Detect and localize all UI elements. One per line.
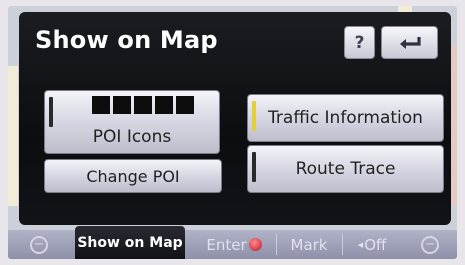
traffic-information-indicator [252,101,256,131]
poi-slot-icon [155,96,173,114]
return-arrow-icon [399,36,421,49]
traffic-information-button[interactable]: Traffic Information [247,94,444,142]
poi-slot-icon [176,96,194,114]
route-trace-indicator [252,152,256,182]
zoom-out-icon: − [30,235,48,254]
back-button[interactable] [381,26,438,59]
help-button[interactable]: ? [344,26,375,59]
bottom-tab-bar: − Show on Map Enter Mark ◂ Off − [8,226,457,259]
mark-button[interactable]: Mark [278,230,340,259]
map-background [8,66,18,206]
zoom-in-icon: − [421,235,439,254]
dialog-title: Show on Map [35,26,218,54]
traffic-information-label: Traffic Information [268,108,423,128]
tab-divider [342,234,343,255]
enter-button[interactable]: Enter [194,230,274,259]
change-poi-button[interactable]: Change POI [44,159,222,193]
change-poi-label: Change POI [86,166,180,186]
off-arrow-icon: ◂ [357,238,364,251]
zoom-in-button[interactable]: − [408,230,452,259]
tab-divider [276,234,277,255]
screen: Show on Map ? POI Icons Traffic Informat… [8,6,457,259]
tab-show-on-map[interactable]: Show on Map [75,226,185,259]
zoom-out-button[interactable]: − [14,230,64,259]
poi-slot-icon [113,96,131,114]
show-on-map-dialog: Show on Map ? POI Icons Traffic Informat… [19,12,451,225]
poi-icons-label: POI Icons [92,127,172,147]
enter-label: Enter [206,235,247,254]
poi-icons-indicator [49,97,53,127]
enter-dot-icon [248,238,262,251]
poi-slot-icon [92,96,110,114]
poi-icon-slots [92,96,194,114]
poi-icons-button[interactable]: POI Icons [44,90,220,154]
off-label: Off [364,235,387,254]
off-button[interactable]: ◂ Off [344,230,400,259]
route-trace-label: Route Trace [295,159,396,179]
route-trace-button[interactable]: Route Trace [247,145,444,193]
poi-slot-icon [134,96,152,114]
